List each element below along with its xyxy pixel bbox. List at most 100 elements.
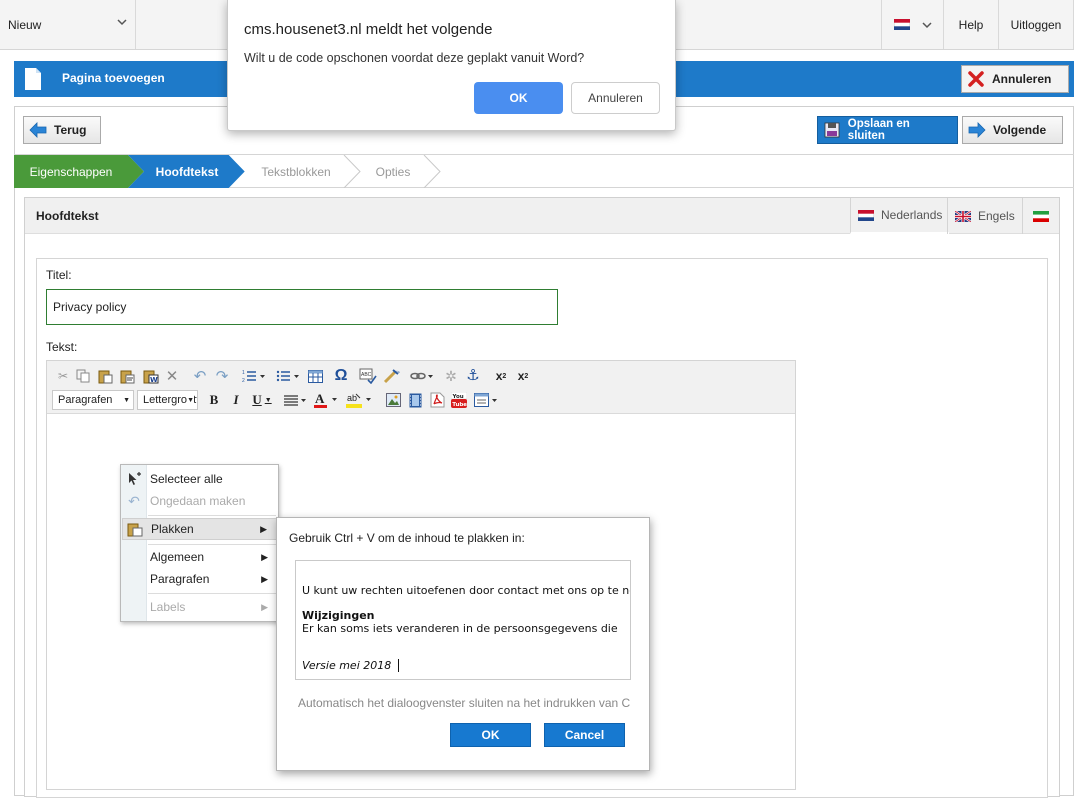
paste-icon[interactable] — [97, 367, 113, 385]
undo-icon: ↶ — [128, 492, 140, 509]
new-dropdown[interactable]: Nieuw — [0, 0, 136, 49]
svg-text:W: W — [150, 376, 158, 384]
tab-nederlands[interactable]: Nederlands — [850, 198, 950, 234]
step-label: Eigenschappen — [29, 164, 113, 179]
menu-item-labels[interactable]: Labels ▶ — [121, 596, 278, 618]
logout-link[interactable]: Uitloggen — [999, 0, 1074, 49]
menu-item-label: Plakken — [151, 522, 194, 536]
anchor-icon[interactable]: ⚓ — [465, 366, 481, 384]
redo-icon[interactable]: ↷ — [214, 367, 230, 385]
menu-item-paragraphs[interactable]: Paragrafen ▶ — [121, 568, 278, 590]
youtube-icon[interactable]: You Tube — [451, 391, 467, 409]
chevron-down-icon: ▼ — [187, 396, 194, 404]
menu-item-undo[interactable]: ↶ Ongedaan maken — [121, 490, 278, 512]
menu-item-label: Ongedaan maken — [150, 494, 246, 508]
paste-line: Er kan soms iets veranderen in de persoo… — [302, 622, 618, 635]
undo-icon[interactable]: ↶ — [192, 367, 208, 385]
bold-icon[interactable]: B — [207, 391, 221, 409]
title-input[interactable] — [46, 289, 558, 325]
step-hoofdtekst[interactable]: Hoofdtekst — [140, 155, 234, 188]
spellcheck-icon[interactable]: ABC — [359, 367, 377, 385]
tab-label: Nederlands — [881, 208, 943, 222]
auto-close-note: Automatisch het dialoogvenster sluiten n… — [298, 696, 630, 710]
pdf-icon[interactable] — [429, 391, 445, 409]
paste-version: Versie mei 2018 — [302, 659, 392, 672]
paste-cancel-label: Cancel — [564, 728, 605, 742]
alert-cancel-button[interactable]: Annuleren — [571, 82, 660, 114]
tab-engels[interactable]: Engels — [947, 198, 1022, 234]
paste-word-icon[interactable]: W — [142, 367, 160, 385]
chevron-down-icon: ▼ — [123, 396, 130, 404]
menu-item-paste[interactable]: Plakken ▶ — [122, 518, 277, 540]
wizard-steps: Eigenschappen Hoofdtekst Tekstblokken Op… — [14, 154, 1074, 188]
menu-item-label: Algemeen — [150, 550, 205, 564]
menu-separator — [148, 593, 276, 594]
copy-icon[interactable] — [75, 367, 91, 385]
menu-item-general[interactable]: Algemeen ▶ — [121, 546, 278, 568]
menu-item-label: Labels — [150, 600, 186, 614]
header-cancel-button[interactable]: Annuleren — [961, 65, 1069, 93]
save-close-button[interactable]: Opslaan en sluiten — [817, 116, 958, 144]
superscript-icon[interactable]: x2 — [493, 367, 509, 385]
highlight-color-icon[interactable]: ab — [345, 391, 375, 409]
align-icon[interactable] — [283, 391, 309, 409]
help-link[interactable]: Help — [944, 0, 999, 49]
unlink-icon[interactable]: ✲ — [443, 367, 459, 385]
video-icon[interactable] — [407, 391, 423, 409]
menu-item-select-all[interactable]: Selecteer alle — [121, 468, 278, 490]
chevron-down-icon — [921, 21, 932, 28]
chevron-right-icon: ▶ — [261, 551, 268, 562]
tab-persian[interactable] — [1022, 198, 1059, 234]
alert-title: cms.housenet3.nl meldt het volgende — [244, 21, 493, 38]
alert-ok-button[interactable]: OK — [474, 82, 563, 114]
content-heading: Hoofdtekst — [36, 209, 99, 223]
numbered-list-icon[interactable]: 12 — [241, 367, 267, 385]
remove-format-icon[interactable]: ✕ — [164, 367, 180, 385]
chevron-right-icon: ▶ — [260, 523, 267, 534]
step-eigenschappen[interactable]: Eigenschappen — [14, 155, 128, 188]
chevron-right-icon: ▶ — [261, 601, 268, 612]
chevron-right-icon: ▶ — [261, 573, 268, 584]
font-size-select[interactable]: Lettergrootte ▼ — [137, 390, 198, 410]
bullet-list-icon[interactable] — [275, 367, 301, 385]
logout-label: Uitloggen — [1010, 17, 1062, 32]
step-label: Hoofdtekst — [155, 164, 219, 179]
menu-item-label: Selecteer alle — [150, 472, 223, 486]
tab-label: Engels — [978, 209, 1015, 223]
font-color-icon[interactable]: A — [313, 391, 341, 409]
paragraph-format-value: Paragrafen — [58, 394, 113, 406]
help-label: Help — [958, 17, 984, 32]
paste-heading: Wijzigingen — [302, 609, 375, 622]
italic-icon[interactable]: I — [229, 391, 243, 409]
paste-cancel-button[interactable]: Cancel — [544, 723, 625, 747]
dutch-flag-icon — [893, 19, 910, 30]
svg-text:ab: ab — [347, 393, 357, 403]
step-label: Tekstblokken — [261, 164, 331, 179]
paste-area[interactable]: U kunt uw rechten uitoefenen door contac… — [295, 560, 631, 680]
underline-icon[interactable]: U ▼ — [251, 391, 273, 409]
text-cursor — [398, 659, 399, 672]
iran-flag-icon — [1033, 210, 1049, 222]
image-icon[interactable] — [385, 391, 401, 409]
link-icon[interactable] — [410, 367, 434, 385]
browser-alert: cms.housenet3.nl meldt het volgende Wilt… — [227, 0, 676, 131]
editor-toolbar: ✂ W ✕ ↶ ↷ 12 Ω ABC <> ✲ ⚓ x 2 x 2 Paragr… — [47, 361, 795, 414]
source-icon[interactable]: <> — [383, 367, 401, 385]
cut-icon[interactable]: ✂ — [55, 367, 71, 385]
back-label: Terug — [54, 123, 87, 137]
step-opties[interactable]: Opties — [360, 155, 426, 188]
paste-text-icon[interactable] — [119, 367, 135, 385]
special-char-icon[interactable]: Ω — [332, 367, 350, 385]
paragraph-format-select[interactable]: Paragrafen ▼ — [52, 390, 134, 410]
table-icon[interactable] — [307, 367, 323, 385]
step-tekstblokken[interactable]: Tekstblokken — [246, 155, 346, 188]
template-icon[interactable] — [473, 391, 501, 409]
chevron-down-icon — [117, 19, 127, 26]
paste-ok-button[interactable]: OK — [450, 723, 531, 747]
language-dropdown[interactable] — [881, 0, 944, 49]
subscript-icon[interactable]: x2 — [515, 367, 531, 385]
uk-flag-icon — [955, 210, 971, 222]
paste-icon — [127, 521, 143, 537]
next-button[interactable]: Volgende — [962, 116, 1063, 144]
back-button[interactable]: Terug — [23, 116, 101, 144]
